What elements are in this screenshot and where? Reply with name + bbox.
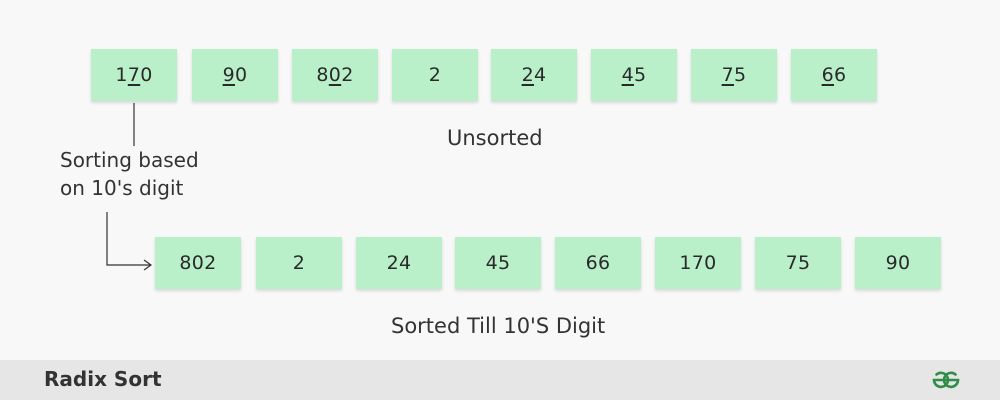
cell-post: 0 [140,64,153,86]
sorting-note: Sorting based on 10's digit [60,146,240,202]
cell-post: 5 [634,64,647,86]
tens-digit: 9 [222,64,235,86]
gfg-logo-icon [932,371,960,389]
cell-post: 0 [235,64,248,86]
tens-digit: 2 [521,64,534,86]
sorted-cell: 45 [455,237,541,289]
sorted-cell: 66 [555,237,641,289]
tens-digit: 7 [127,64,141,86]
connector-bottom-line [106,212,150,266]
tens-digit: 0 [328,64,342,86]
unsorted-cell: 90 [192,49,278,101]
footer-bar: Radix Sort [0,360,1000,400]
unsorted-cell: 24 [491,49,577,101]
sorted-caption: Sorted Till 10'S Digit [391,314,606,338]
sorted-cell: 24 [356,237,442,289]
unsorted-cell: 66 [791,49,877,101]
tens-digit: 4 [621,64,634,86]
note-line-2: on 10's digit [60,176,184,200]
diagram-canvas: 170 90 802 2 24 45 75 66 Unsorted Sortin… [0,0,1000,360]
note-line-1: Sorting based [60,148,199,172]
cell-post: 2 [428,64,442,86]
sorted-cell: 2 [256,237,342,289]
cell-pre: 1 [115,64,128,86]
cell-pre: 8 [316,64,329,86]
cell-post: 5 [734,64,747,86]
unsorted-cell: 802 [292,49,378,101]
footer-title: Radix Sort [44,367,162,391]
sorted-cell: 90 [855,237,941,289]
unsorted-caption: Unsorted [447,126,543,150]
cell-post: 2 [341,64,354,86]
cell-post: 6 [834,64,847,86]
tens-digit: 7 [721,64,734,86]
unsorted-cell: 75 [691,49,777,101]
sorted-cell: 170 [655,237,741,289]
unsorted-cell: 2 [392,49,478,101]
sorted-cell: 75 [755,237,841,289]
unsorted-cell: 170 [91,49,177,101]
unsorted-cell: 45 [591,49,677,101]
tens-digit: 6 [821,64,834,86]
sorted-cell: 802 [155,237,241,289]
arrowhead-icon [143,259,153,271]
cell-post: 4 [534,64,547,86]
